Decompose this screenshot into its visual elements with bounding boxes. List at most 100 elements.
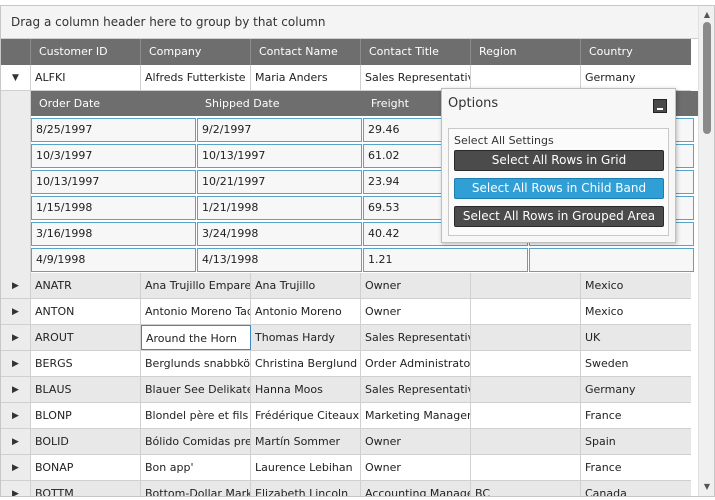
child-cell-order-date[interactable]: 10/3/1997 — [31, 144, 196, 168]
child-cell-order-date[interactable]: 10/13/1997 — [31, 170, 196, 194]
cell-region[interactable] — [471, 325, 581, 350]
cell-company[interactable]: Berglunds snabbköp — [141, 351, 251, 376]
cell-customer-id[interactable]: AROUT — [31, 325, 141, 350]
cell-company[interactable]: Antonio Moreno Taquería — [141, 299, 251, 324]
child-cell-order-date[interactable]: 4/9/1998 — [31, 248, 196, 272]
column-header-contact-name[interactable]: Contact Name — [251, 39, 361, 65]
column-header-customer-id[interactable]: Customer ID — [31, 39, 141, 65]
cell-country[interactable]: Mexico — [581, 273, 691, 298]
vertical-scrollbar[interactable]: ▲ ▼ — [698, 6, 714, 496]
cell-country[interactable]: France — [581, 455, 691, 480]
child-cell-freight[interactable]: 1.21 — [363, 248, 528, 272]
expand-row-icon[interactable]: ▶ — [1, 325, 31, 350]
cell-region[interactable] — [471, 299, 581, 324]
cell-contact-title[interactable]: Owner — [361, 429, 471, 454]
child-cell-shipped-date[interactable]: 9/2/1997 — [197, 118, 362, 142]
table-row[interactable]: ▶ BOTTM Bottom-Dollar Markets Elizabeth … — [1, 481, 691, 496]
table-row[interactable]: ▶ ANTON Antonio Moreno Taquería Antonio … — [1, 299, 691, 325]
cell-company[interactable]: Bon app' — [141, 455, 251, 480]
cell-contact-name[interactable]: Laurence Lebihan — [251, 455, 361, 480]
expand-row-icon[interactable]: ▶ — [1, 403, 31, 428]
cell-contact-name[interactable]: Antonio Moreno — [251, 299, 361, 324]
cell-country[interactable]: Germany — [581, 65, 691, 90]
collapse-row-icon[interactable]: ▼ — [1, 65, 31, 90]
cell-contact-name[interactable]: Ana Trujillo — [251, 273, 361, 298]
cell-customer-id[interactable]: BLAUS — [31, 377, 141, 402]
scrollbar-thumb[interactable] — [703, 22, 711, 134]
table-row[interactable]: ▶ BOLID Bólido Comidas preparadas Martín… — [1, 429, 691, 455]
cell-contact-name[interactable]: Martín Sommer — [251, 429, 361, 454]
cell-contact-title[interactable]: Owner — [361, 273, 471, 298]
cell-country[interactable]: Sweden — [581, 351, 691, 376]
child-cell-shipped-date[interactable]: 10/13/1997 — [197, 144, 362, 168]
expand-row-icon[interactable]: ▶ — [1, 299, 31, 324]
cell-company[interactable]: Ana Trujillo Emparedados — [141, 273, 251, 298]
select-all-rows-in-grid-button[interactable]: Select All Rows in Grid — [454, 150, 664, 171]
cell-region[interactable] — [471, 351, 581, 376]
expand-row-icon[interactable]: ▶ — [1, 481, 31, 496]
cell-region[interactable] — [471, 273, 581, 298]
scroll-down-icon[interactable]: ▼ — [699, 480, 714, 494]
cell-contact-name[interactable]: Hanna Moos — [251, 377, 361, 402]
cell-company[interactable]: Alfreds Futterkiste — [141, 65, 251, 90]
cell-contact-title[interactable]: Owner — [361, 455, 471, 480]
cell-country[interactable]: Spain — [581, 429, 691, 454]
child-cell-shipped-date[interactable]: 3/24/1998 — [197, 222, 362, 246]
expand-row-icon[interactable]: ▶ — [1, 455, 31, 480]
cell-country[interactable]: France — [581, 403, 691, 428]
column-header-country[interactable]: Country — [581, 39, 691, 65]
cell-contact-title[interactable]: Marketing Manager — [361, 403, 471, 428]
child-cell-shipped-date[interactable]: 4/13/1998 — [197, 248, 362, 272]
group-by-area[interactable]: Drag a column header here to group by th… — [1, 6, 698, 39]
cell-company[interactable]: Bólido Comidas preparadas — [141, 429, 251, 454]
cell-company[interactable]: Blauer See Delikatessen — [141, 377, 251, 402]
cell-contact-title[interactable]: Accounting Manager — [361, 481, 471, 496]
table-row[interactable]: ▶ BLONP Blondel père et fils Frédérique … — [1, 403, 691, 429]
table-row[interactable]: ▶ BONAP Bon app' Laurence Lebihan Owner … — [1, 455, 691, 481]
cell-country[interactable]: UK — [581, 325, 691, 350]
cell-contact-title[interactable]: Sales Representative — [361, 325, 471, 350]
expand-row-icon[interactable]: ▶ — [1, 351, 31, 376]
cell-customer-id[interactable]: BOLID — [31, 429, 141, 454]
cell-country[interactable]: Germany — [581, 377, 691, 402]
cell-region[interactable] — [471, 377, 581, 402]
cell-customer-id[interactable]: ANTON — [31, 299, 141, 324]
cell-region[interactable]: BC — [471, 481, 581, 496]
child-row[interactable]: 4/9/1998 4/13/1998 1.21 — [31, 247, 698, 273]
column-header-region[interactable]: Region — [471, 39, 581, 65]
cell-customer-id[interactable]: BOTTM — [31, 481, 141, 496]
cell-customer-id[interactable]: BONAP — [31, 455, 141, 480]
cell-country[interactable]: Mexico — [581, 299, 691, 324]
cell-customer-id[interactable]: ALFKI — [31, 65, 141, 90]
cell-contact-name[interactable]: Frédérique Citeaux — [251, 403, 361, 428]
cell-region[interactable] — [471, 429, 581, 454]
select-all-rows-in-child-band-button[interactable]: Select All Rows in Child Band — [454, 178, 664, 199]
minimize-icon[interactable] — [653, 99, 667, 113]
child-cell-shipped-date[interactable]: 10/21/1997 — [197, 170, 362, 194]
cell-country[interactable]: Canada — [581, 481, 691, 496]
child-header-shipped-date[interactable]: Shipped Date — [197, 91, 363, 116]
table-row[interactable]: ▶ ANATR Ana Trujillo Emparedados Ana Tru… — [1, 273, 691, 299]
cell-contact-name[interactable]: Thomas Hardy — [251, 325, 361, 350]
cell-company-focused[interactable]: Around the Horn — [141, 325, 251, 350]
select-all-rows-in-grouped-area-button[interactable]: Select All Rows in Grouped Area — [454, 206, 664, 227]
column-header-contact-title[interactable]: Contact Title — [361, 39, 471, 65]
cell-contact-name[interactable]: Maria Anders — [251, 65, 361, 90]
table-row[interactable]: ▶ BERGS Berglunds snabbköp Christina Ber… — [1, 351, 691, 377]
cell-contact-title[interactable]: Owner — [361, 299, 471, 324]
table-row[interactable]: ▶ AROUT Around the Horn Thomas Hardy Sal… — [1, 325, 691, 351]
cell-contact-name[interactable]: Elizabeth Lincoln — [251, 481, 361, 496]
scroll-up-icon[interactable]: ▲ — [699, 8, 714, 22]
column-header-company[interactable]: Company — [141, 39, 251, 65]
expand-row-icon[interactable]: ▶ — [1, 273, 31, 298]
cell-company[interactable]: Bottom-Dollar Markets — [141, 481, 251, 496]
cell-contact-title[interactable]: Sales Representative — [361, 65, 471, 90]
cell-customer-id[interactable]: ANATR — [31, 273, 141, 298]
child-header-order-date[interactable]: Order Date — [31, 91, 197, 116]
child-cell-order-date[interactable]: 1/15/1998 — [31, 196, 196, 220]
cell-region[interactable] — [471, 403, 581, 428]
cell-region[interactable] — [471, 65, 581, 90]
child-cell-shipped-date[interactable]: 1/21/1998 — [197, 196, 362, 220]
cell-customer-id[interactable]: BLONP — [31, 403, 141, 428]
cell-company[interactable]: Blondel père et fils — [141, 403, 251, 428]
